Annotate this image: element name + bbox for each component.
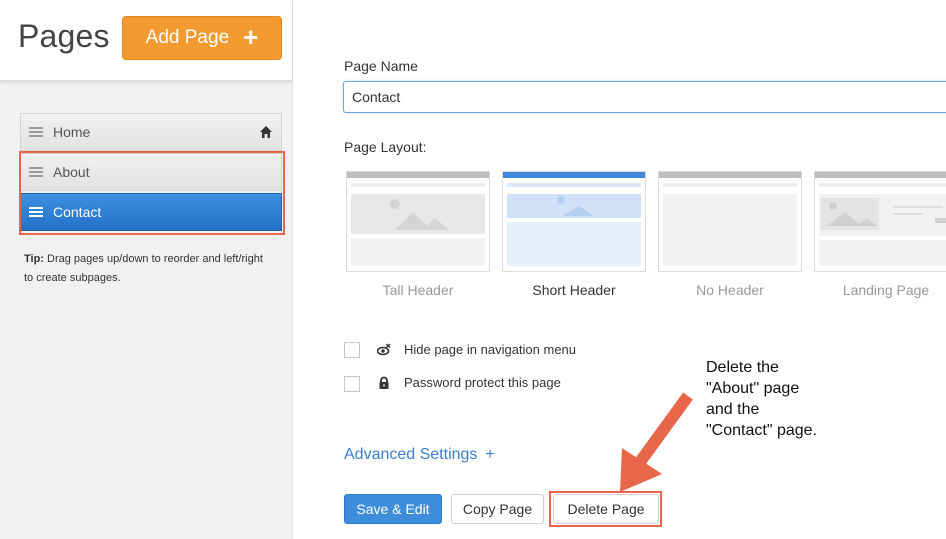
plus-icon: + <box>243 22 259 52</box>
page-list: Home About Contact <box>20 113 282 233</box>
drag-handle-icon[interactable] <box>29 167 43 177</box>
sidebar: Pages Add Page + Home About Contact Tip:… <box>0 0 293 539</box>
landing-page-thumbnail <box>819 183 946 266</box>
short-header-thumbnail <box>507 183 641 266</box>
save-edit-button[interactable]: Save & Edit <box>344 494 442 524</box>
hidden-eye-icon <box>377 343 391 356</box>
drag-handle-icon[interactable] <box>29 127 43 137</box>
layout-name-landing-page: Landing Page <box>842 282 930 298</box>
tip-label: Tip: <box>24 253 44 265</box>
page-name-input[interactable] <box>343 81 946 113</box>
annotation-line: Delete the <box>706 359 779 376</box>
annotation-line: and the <box>706 401 760 418</box>
add-page-label: Add Page <box>145 27 230 48</box>
advanced-settings-label: Advanced Settings <box>344 446 478 463</box>
page-item-home[interactable]: Home <box>20 113 282 151</box>
no-header-thumbnail <box>663 183 797 266</box>
drag-handle-icon[interactable] <box>29 207 43 217</box>
page-item-contact[interactable]: Contact <box>20 193 282 231</box>
layout-name-short-header: Short Header <box>532 282 616 298</box>
page-layout-label: Page Layout: <box>344 139 427 155</box>
layout-name-tall-header: Tall Header <box>382 282 454 298</box>
page-item-label: Home <box>53 124 91 140</box>
layout-option-tall-header[interactable] <box>346 171 490 272</box>
add-page-button[interactable]: Add Page + <box>122 16 282 60</box>
page-name-label: Page Name <box>344 58 418 74</box>
page-item-label: Contact <box>53 204 102 220</box>
password-protect-checkbox[interactable] <box>344 376 360 392</box>
sidebar-tip: Tip: Drag pages up/down to reorder and l… <box>24 250 274 288</box>
home-icon <box>260 126 272 138</box>
hide-page-label: Hide page in navigation menu <box>404 342 577 357</box>
delete-page-button[interactable]: Delete Page <box>553 494 659 524</box>
annotation-arrow-icon <box>620 392 693 492</box>
tip-text: Drag pages up/down to reorder and left/r… <box>24 253 263 284</box>
copy-page-button[interactable]: Copy Page <box>451 494 544 524</box>
tall-header-thumbnail <box>351 183 485 266</box>
page-item-label: About <box>53 164 90 180</box>
layout-option-no-header[interactable] <box>658 171 802 272</box>
sidebar-title: Pages <box>18 18 110 54</box>
advanced-settings-link[interactable]: Advanced Settings + <box>344 446 495 464</box>
layout-name-no-header: No Header <box>696 282 764 298</box>
annotation-line: "Contact" page. <box>706 422 817 439</box>
layout-option-short-header[interactable] <box>502 171 646 272</box>
sidebar-header: Pages Add Page + <box>0 0 292 81</box>
annotation-callout: Delete the "About" page and the "Contact… <box>706 357 866 441</box>
annotation-line: "About" page <box>706 380 800 397</box>
hide-page-checkbox[interactable] <box>344 342 360 358</box>
password-protect-label: Password protect this page <box>404 375 561 390</box>
lock-icon <box>379 376 389 389</box>
layout-option-landing-page[interactable] <box>814 171 946 272</box>
page-item-about[interactable]: About <box>20 153 282 191</box>
expand-plus-icon: + <box>485 446 495 463</box>
